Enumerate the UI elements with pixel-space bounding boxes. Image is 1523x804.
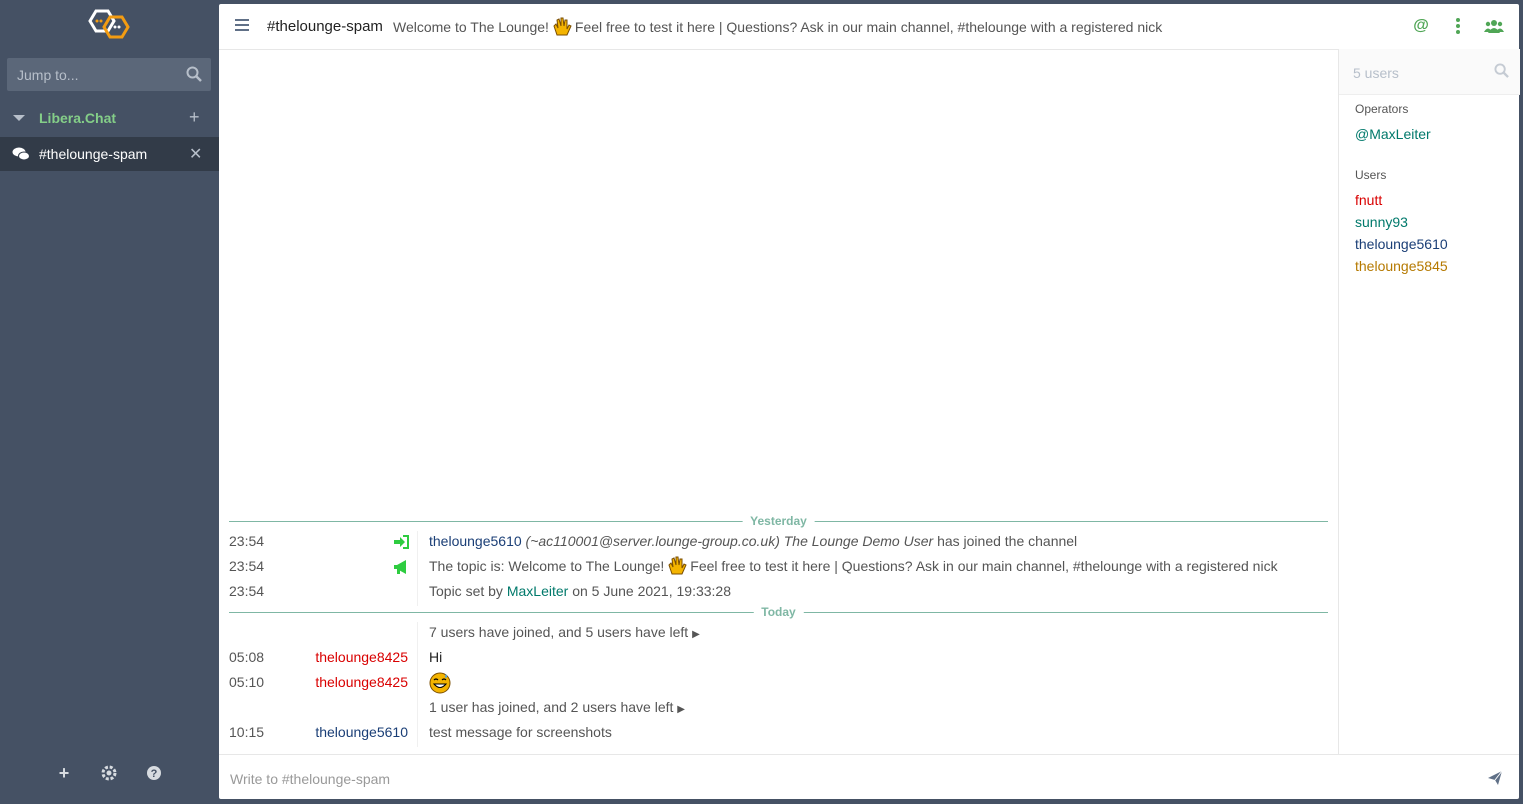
- date-divider-yesterday: Yesterday: [229, 514, 1328, 528]
- message-text: Topic set by MaxLeiter on 5 June 2021, 1…: [429, 583, 731, 599]
- topic-text-b: Feel free to test it here | Questions? A…: [574, 19, 1163, 35]
- settings-gear-icon[interactable]: [99, 763, 119, 783]
- connect-network-plus-icon[interactable]: +: [54, 763, 74, 783]
- message-time: 05:10: [229, 674, 265, 690]
- message-text: Hi: [429, 649, 443, 665]
- user-search-box: [1339, 49, 1520, 96]
- message-time: 05:08: [229, 649, 265, 665]
- message-nick[interactable]: thelounge8425: [315, 649, 408, 665]
- topic-text-a: The topic is: Welcome to The Lounge!: [429, 558, 665, 574]
- message-join: 23:54 thelounge5610 (~ac110001@server.lo…: [219, 531, 1338, 556]
- search-icon[interactable]: [1494, 63, 1509, 78]
- message-time: 23:54: [229, 583, 265, 599]
- message-time: 23:54: [229, 558, 265, 574]
- message-text: 1 user has joined, and 2 users have left…: [429, 699, 685, 715]
- message-separator: [417, 647, 418, 672]
- nick-link[interactable]: MaxLeiter: [507, 583, 568, 599]
- message-separator: [417, 531, 418, 556]
- channel-title: #thelounge-spam: [267, 18, 383, 35]
- message-chat: 10:15 thelounge5610 test message for scr…: [219, 722, 1338, 747]
- hostmask: (~ac110001@server.lounge-group.co.uk): [525, 533, 780, 549]
- message-text: The topic is: Welcome to The Lounge! Feel…: [429, 556, 1278, 576]
- waving-hand-emoji-icon: [668, 556, 687, 575]
- message-time: 10:15: [229, 724, 265, 740]
- svg-text:?: ?: [151, 768, 158, 780]
- close-channel-icon[interactable]: ✕: [189, 144, 202, 164]
- chat-messages: Yesterday 23:54 thelounge5610 (~ac110001…: [219, 49, 1338, 754]
- channel-name: #thelounge-spam: [39, 146, 148, 162]
- jump-to-input[interactable]: [7, 58, 187, 91]
- user-fnutt[interactable]: fnutt: [1355, 192, 1382, 208]
- channel-header: #thelounge-spam Welcome to The Lounge! Fe…: [219, 4, 1519, 50]
- sidebar-footer: + ?: [0, 749, 219, 804]
- message-separator: [417, 581, 418, 606]
- operators-group-label: Operators: [1355, 102, 1409, 116]
- user-maxleiter[interactable]: @MaxLeiter: [1355, 126, 1431, 142]
- message-chat: 05:10 thelounge8425: [219, 672, 1338, 697]
- expand-caret-icon[interactable]: ▶: [692, 629, 700, 640]
- condensed-events[interactable]: 1 user has joined, and 2 users have left…: [219, 697, 1338, 722]
- condensed-events[interactable]: 7 users have joined, and 5 users have le…: [219, 622, 1338, 647]
- divider-label: Yesterday: [742, 514, 815, 528]
- join-text: has joined the channel: [937, 533, 1078, 549]
- hamburger-menu-icon[interactable]: [235, 19, 249, 31]
- topic-text-a: Welcome to The Lounge!: [393, 19, 549, 35]
- message-separator: [417, 722, 418, 747]
- message-nick[interactable]: thelounge8425: [315, 674, 408, 690]
- send-icon[interactable]: [1487, 770, 1503, 786]
- expand-caret-icon[interactable]: ▶: [677, 704, 685, 715]
- message-composer: [219, 754, 1519, 802]
- main-window: #thelounge-spam Welcome to The Lounge! Fe…: [219, 4, 1520, 802]
- channel-item-thelounge-spam[interactable]: #thelounge-spam ✕: [0, 137, 219, 171]
- waving-hand-emoji-icon: [553, 17, 572, 36]
- search-icon[interactable]: [186, 66, 202, 82]
- topic-set-date: on 5 June 2021, 19:33:28: [572, 583, 731, 599]
- topic-text-b: Feel free to test it here | Questions? A…: [690, 558, 1278, 574]
- channel-topic: Welcome to The Lounge! Feel free to test …: [393, 17, 1163, 37]
- nick-link[interactable]: thelounge5610: [429, 533, 522, 549]
- join-icon: [394, 535, 409, 549]
- megaphone-icon: [394, 560, 406, 574]
- message-input[interactable]: [219, 755, 1482, 802]
- realname: The Lounge Demo User: [783, 533, 934, 549]
- message-text: test message for screenshots: [429, 724, 612, 740]
- user-list: Operators @MaxLeiter Users fnutt sunny93…: [1338, 49, 1520, 754]
- date-divider-today: Today: [229, 605, 1328, 619]
- network-libera-chat[interactable]: Libera.Chat +: [0, 104, 219, 132]
- condensed-text: 7 users have joined, and 5 users have le…: [429, 624, 689, 640]
- message-topic-set-by: 23:54 Topic set by MaxLeiter on 5 June 2…: [219, 581, 1338, 606]
- condensed-text: 1 user has joined, and 2 users have left: [429, 699, 674, 715]
- message-time: 23:54: [229, 533, 265, 549]
- join-channel-plus-icon[interactable]: +: [189, 107, 200, 127]
- user-sunny93[interactable]: sunny93: [1355, 214, 1408, 230]
- message-text: 7 users have joined, and 5 users have le…: [429, 624, 700, 640]
- message-separator: [417, 556, 418, 581]
- user-thelounge5845[interactable]: thelounge5845: [1355, 258, 1448, 274]
- user-search-input[interactable]: [1339, 49, 1495, 96]
- chat-bubbles-icon: [12, 147, 30, 161]
- message-separator: [417, 622, 418, 647]
- message-topic: 23:54 The topic is: Welcome to The Loung…: [219, 556, 1338, 581]
- mentions-at-icon[interactable]: @: [1412, 17, 1430, 35]
- message-separator: [417, 672, 418, 697]
- message-text: [429, 672, 451, 694]
- user-thelounge5610[interactable]: thelounge5610: [1355, 236, 1448, 252]
- divider-label: Today: [753, 605, 804, 619]
- message-nick[interactable]: thelounge5610: [315, 724, 408, 740]
- help-icon[interactable]: ?: [144, 763, 164, 783]
- message-separator: [417, 697, 418, 722]
- jump-to-box: [7, 58, 211, 91]
- toggle-userlist-icon[interactable]: [1484, 17, 1504, 35]
- message-chat: 05:08 thelounge8425 Hi: [219, 647, 1338, 672]
- topic-set-label: Topic set by: [429, 583, 503, 599]
- collapse-caret-icon[interactable]: [13, 115, 25, 121]
- sidebar: Libera.Chat + #thelounge-spam ✕ + ?: [0, 0, 219, 804]
- grinning-sweat-emoji-icon: [429, 672, 451, 694]
- users-group-label: Users: [1355, 168, 1387, 182]
- the-lounge-logo[interactable]: [84, 9, 134, 45]
- message-text: thelounge5610 (~ac110001@server.lounge-g…: [429, 533, 1077, 549]
- more-options-icon[interactable]: [1449, 17, 1467, 35]
- network-name: Libera.Chat: [39, 110, 117, 126]
